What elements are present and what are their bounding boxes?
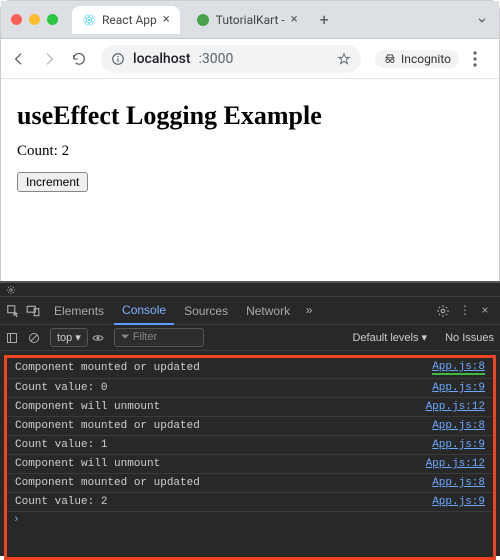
tabs-overflow-icon[interactable] — [475, 13, 489, 27]
browser-tab-tutorialkart[interactable]: TutorialKart - × — [186, 6, 308, 34]
log-source-link[interactable]: App.js:12 — [426, 458, 485, 470]
increment-button[interactable]: Increment — [17, 172, 88, 192]
close-devtools-icon[interactable]: × — [476, 304, 494, 318]
console-log-row: Count value: 0 App.js:9 — [7, 379, 493, 398]
console-output: Component mounted or updated App.js:8 Coun… — [4, 355, 496, 560]
close-tab-icon[interactable]: × — [291, 12, 298, 27]
url-path: :3000 — [199, 51, 234, 67]
devtools-panel: Elements Console Sources Network » ⋮ × t… — [0, 281, 500, 556]
log-source-link[interactable]: App.js:9 — [432, 382, 485, 394]
url-host: localhost — [133, 51, 191, 67]
log-source-link[interactable]: App.js:8 — [432, 477, 485, 489]
log-source-link[interactable]: App.js:9 — [432, 496, 485, 508]
filter-input[interactable]: ⏷ Filter — [114, 328, 204, 347]
log-source-link[interactable]: App.js:12 — [426, 401, 485, 413]
window-controls — [11, 14, 58, 25]
reload-button[interactable] — [71, 51, 87, 67]
filter-icon: ⏷ — [121, 331, 133, 343]
live-expression-icon[interactable] — [92, 332, 110, 344]
incognito-badge[interactable]: Incognito — [375, 50, 459, 68]
log-message: Component will unmount — [15, 401, 160, 413]
back-button[interactable] — [11, 51, 27, 67]
favicon — [196, 13, 210, 27]
sidebar-toggle-icon[interactable] — [6, 332, 24, 344]
clear-console-icon[interactable] — [28, 332, 46, 344]
incognito-label: Incognito — [401, 52, 451, 66]
incognito-icon — [383, 52, 397, 66]
log-message: Component mounted or updated — [15, 477, 200, 489]
react-icon — [82, 13, 96, 27]
window-title-bar: React App × TutorialKart - × + — [1, 1, 499, 39]
tab-label: React App — [102, 13, 157, 27]
console-log-row: Component mounted or updated App.js:8 — [7, 474, 493, 493]
devtools-tab-elements[interactable]: Elements — [46, 297, 112, 325]
log-source-link[interactable]: App.js:9 — [432, 439, 485, 451]
console-log-row: Component will unmount App.js:12 — [7, 398, 493, 417]
browser-tab-react-app[interactable]: React App × — [72, 6, 180, 34]
kebab-menu-icon[interactable]: ⋮ — [456, 303, 474, 318]
inspect-icon[interactable] — [6, 304, 24, 318]
console-log-row: Count value: 2 App.js:9 — [7, 493, 493, 512]
forward-button[interactable] — [41, 51, 57, 67]
tab-label: TutorialKart - — [216, 13, 285, 27]
settings-icon[interactable] — [6, 285, 16, 295]
log-source-link[interactable]: App.js:8 — [432, 420, 485, 432]
log-message: Component mounted or updated — [15, 362, 200, 374]
minimize-window-button[interactable] — [29, 14, 40, 25]
new-tab-button[interactable]: + — [314, 10, 335, 29]
console-log-row: Count value: 1 App.js:9 — [7, 436, 493, 455]
console-log-row: Component mounted or updated App.js:8 — [7, 417, 493, 436]
issues-indicator[interactable]: No Issues — [445, 332, 494, 344]
log-message: Count value: 2 — [15, 496, 107, 508]
address-bar[interactable]: localhost :3000 — [101, 45, 361, 73]
devtools-tab-sources[interactable]: Sources — [176, 297, 236, 325]
toolbar: localhost :3000 Incognito — [1, 39, 499, 79]
bookmark-icon[interactable] — [337, 52, 351, 66]
device-toggle-icon[interactable] — [26, 304, 44, 318]
close-tab-icon[interactable]: × — [163, 12, 170, 27]
count-display: Count: 2 — [17, 143, 483, 160]
more-tabs-icon[interactable]: » — [300, 304, 318, 318]
console-prompt[interactable]: › — [7, 512, 493, 528]
devtools-tab-bar: Elements Console Sources Network » ⋮ × — [0, 297, 500, 325]
log-message: Component mounted or updated — [15, 420, 200, 432]
site-info-icon[interactable] — [111, 52, 125, 66]
log-message: Count value: 1 — [15, 439, 107, 451]
console-log-row: Component mounted or updated App.js:8 — [7, 358, 493, 379]
close-window-button[interactable] — [11, 14, 22, 25]
console-log-row: Component will unmount App.js:12 — [7, 455, 493, 474]
menu-button[interactable] — [473, 51, 489, 67]
devtools-tab-network[interactable]: Network — [238, 297, 298, 325]
page-content: useEffect Logging Example Count: 2 Incre… — [1, 79, 499, 202]
log-levels-dropdown[interactable]: Default levels ▾ — [352, 331, 427, 344]
console-toolbar: top ▾ ⏷ Filter Default levels ▾ No Issue… — [0, 325, 500, 351]
maximize-window-button[interactable] — [47, 14, 58, 25]
context-selector[interactable]: top ▾ — [50, 328, 88, 347]
log-message: Component will unmount — [15, 458, 160, 470]
devtools-tab-console[interactable]: Console — [114, 297, 174, 325]
page-heading: useEffect Logging Example — [17, 101, 483, 131]
log-message: Count value: 0 — [15, 382, 107, 394]
log-source-link[interactable]: App.js:8 — [432, 361, 485, 375]
chevron-down-icon: ▾ — [75, 331, 81, 344]
settings-icon[interactable] — [436, 304, 454, 318]
